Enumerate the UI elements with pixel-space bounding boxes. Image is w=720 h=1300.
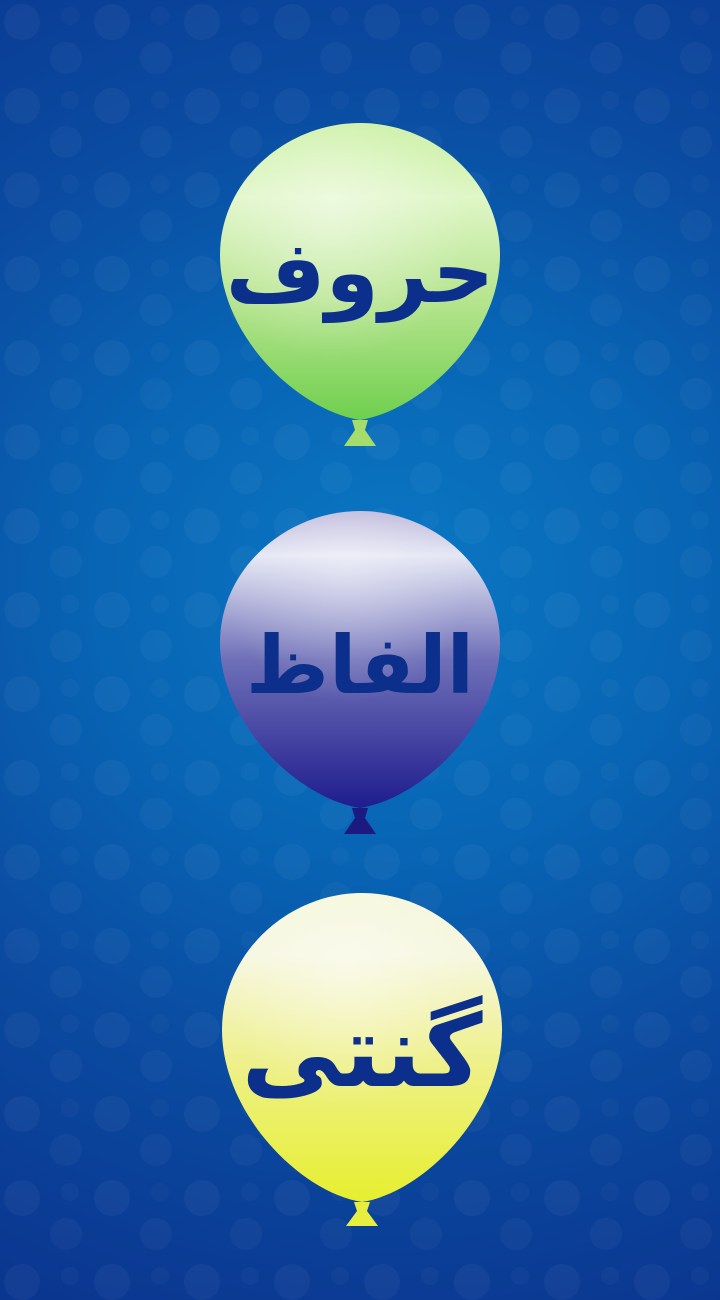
balloon-button-ginti[interactable]: گنتی bbox=[220, 890, 504, 1230]
balloon-label-ginti: گنتی bbox=[241, 993, 483, 1110]
balloon-label-huroof: حروف bbox=[225, 223, 495, 323]
menu-screen: حروف الفاظ گنتی bbox=[0, 0, 720, 1300]
balloon-label-alfaaz: الفاظ bbox=[245, 619, 475, 712]
balloon-button-huroof[interactable]: حروف bbox=[218, 120, 502, 450]
balloon-button-alfaaz[interactable]: الفاظ bbox=[218, 508, 502, 838]
